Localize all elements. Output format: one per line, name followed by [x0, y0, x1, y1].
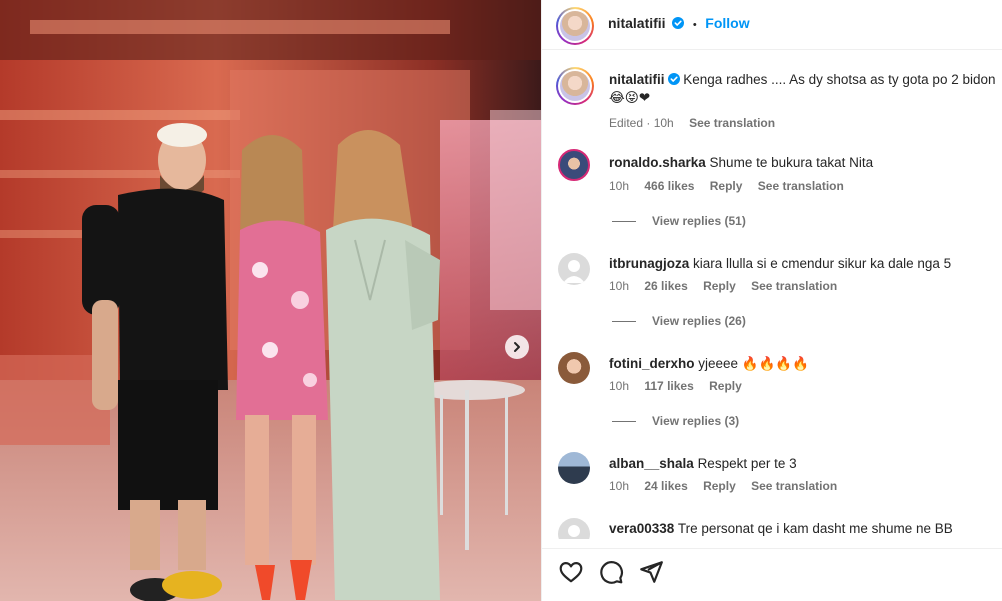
comment-text: ronaldo.sharka Shume te bukura takat Nit…: [609, 154, 873, 172]
comment-avatar[interactable]: [558, 149, 590, 181]
comment-text: alban__shala Respekt per te 3: [609, 455, 797, 473]
reply-button[interactable]: Reply: [710, 179, 743, 193]
comment-likes[interactable]: 466 likes: [644, 179, 694, 193]
comment-username[interactable]: ronaldo.sharka: [609, 155, 706, 170]
comment-icon[interactable]: [598, 559, 624, 585]
comment-username[interactable]: itbrunagjoza: [609, 256, 689, 271]
see-translation-link[interactable]: See translation: [758, 179, 844, 193]
comment-body: kiara llulla si e cmendur sikur ka dale …: [693, 256, 952, 271]
view-replies-button[interactable]: View replies (51): [612, 214, 746, 228]
post-photo[interactable]: [0, 0, 541, 601]
comment-time: 10h: [609, 179, 630, 193]
comment-text: fotini_derxho yjeeee 🔥🔥🔥🔥: [609, 355, 809, 373]
chevron-right-icon: [514, 342, 520, 352]
heart-icon[interactable]: [558, 559, 584, 585]
follow-button[interactable]: Follow: [705, 15, 749, 31]
comment-time: 10h: [609, 379, 630, 393]
comment-body: Tre personat qe i kam dasht me shume ne …: [677, 521, 953, 536]
comment-likes[interactable]: 24 likes: [644, 479, 687, 493]
post-sidebar: nitalatifii • Follow nitalatifii Kenga r…: [541, 0, 1002, 601]
default-avatar-icon: [563, 260, 585, 283]
comment-body: Shume te bukura takat Nita: [709, 155, 874, 170]
caption-meta: Edited · 10h See translation: [609, 116, 787, 130]
comment-avatar[interactable]: [558, 518, 590, 539]
comments-list[interactable]: nitalatifii Kenga radhes .... As dy shot…: [542, 51, 1002, 539]
comment-username[interactable]: alban__shala: [609, 456, 694, 471]
comment-meta: 10h 466 likes Reply See translation: [609, 179, 856, 193]
photo-illustration: [0, 0, 541, 601]
comment-body: yjeeee 🔥🔥🔥🔥: [698, 356, 810, 371]
verified-badge-icon: [672, 17, 685, 29]
caption-edited: Edited · 10h: [609, 116, 674, 130]
comment-username[interactable]: fotini_derxho: [609, 356, 695, 371]
carousel-next-button[interactable]: [505, 335, 529, 359]
see-translation-link[interactable]: See translation: [751, 279, 837, 293]
author-username[interactable]: nitalatifii: [608, 15, 666, 31]
comment-time: 10h: [609, 279, 630, 293]
default-avatar-icon: [568, 525, 580, 537]
comment-username[interactable]: vera00338: [609, 521, 674, 536]
caption-emojis: 😂😝❤: [609, 90, 651, 105]
reply-button[interactable]: Reply: [703, 479, 736, 493]
comment-text: vera00338 Tre personat qe i kam dasht me…: [609, 520, 953, 538]
comment-avatar[interactable]: [558, 452, 590, 484]
comment-avatar[interactable]: [558, 253, 590, 285]
comment-meta: 10h 24 likes Reply See translation: [609, 479, 849, 493]
share-icon[interactable]: [638, 559, 664, 585]
see-translation-link[interactable]: See translation: [751, 479, 837, 493]
comment-text: itbrunagjoza kiara llulla si e cmendur s…: [609, 255, 951, 273]
comment-likes[interactable]: 117 likes: [644, 379, 693, 393]
view-replies-button[interactable]: View replies (26): [612, 314, 746, 328]
comment-body: Respekt per te 3: [697, 456, 797, 471]
comment-likes[interactable]: 26 likes: [644, 279, 687, 293]
action-bar: [542, 548, 1002, 598]
post-header: nitalatifii • Follow: [542, 0, 1002, 50]
comment-time: 10h: [609, 479, 630, 493]
header-separator: •: [692, 19, 697, 31]
see-translation-link[interactable]: See translation: [689, 116, 775, 130]
comment-meta: 10h 26 likes Reply See translation: [609, 279, 849, 293]
caption-avatar[interactable]: [556, 67, 594, 105]
caption-text: nitalatifii Kenga radhes .... As dy shot…: [609, 71, 999, 107]
author-avatar[interactable]: [556, 7, 594, 45]
reply-button[interactable]: Reply: [709, 379, 742, 393]
reply-button[interactable]: Reply: [703, 279, 736, 293]
caption-username[interactable]: nitalatifii: [609, 72, 665, 87]
view-replies-button[interactable]: View replies (3): [612, 414, 739, 428]
verified-badge-icon: [667, 73, 680, 85]
comment-avatar[interactable]: [558, 352, 590, 384]
comment-meta: 10h 117 likes Reply: [609, 379, 754, 393]
caption-body: Kenga radhes .... As dy shotsa as ty got…: [683, 72, 996, 87]
